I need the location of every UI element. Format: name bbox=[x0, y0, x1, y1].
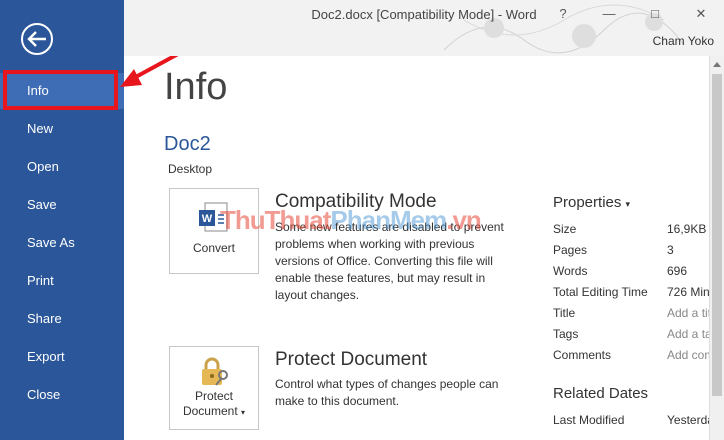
nav-save-as[interactable]: Save As bbox=[0, 225, 124, 261]
protect-document-button[interactable]: Protect Document ▾ bbox=[169, 346, 259, 430]
title-property-input[interactable]: Add a title bbox=[667, 306, 709, 320]
nav-share[interactable]: Share bbox=[0, 301, 124, 337]
document-name: Doc2 bbox=[164, 133, 211, 155]
title-bar: Doc2.docx [Compatibility Mode] - Word ? … bbox=[124, 0, 724, 56]
dropdown-icon: ▾ bbox=[241, 408, 246, 417]
backstage-sidebar: Info New Open Save Save As Print Share E… bbox=[0, 0, 124, 440]
close-window-button[interactable]: ✕ bbox=[686, 4, 716, 24]
svg-text:W: W bbox=[202, 213, 213, 225]
related-dates-heading: Related Dates bbox=[553, 385, 649, 402]
property-row: Pages 3 bbox=[553, 243, 674, 257]
help-button[interactable]: ? bbox=[548, 4, 578, 24]
date-row: Last ModifiedYesterday bbox=[553, 413, 709, 427]
info-highlight-box bbox=[3, 70, 118, 110]
compatibility-title: Compatibility Mode bbox=[275, 191, 437, 212]
convert-document-icon: W bbox=[199, 202, 228, 232]
tags-property-input[interactable]: Add a tag bbox=[667, 327, 709, 341]
property-row: TitleAdd a title bbox=[553, 306, 709, 320]
page-title: Info bbox=[164, 66, 228, 108]
nav-close[interactable]: Close bbox=[0, 377, 124, 413]
property-row: TagsAdd a tag bbox=[553, 327, 709, 341]
vertical-scrollbar[interactable] bbox=[709, 56, 724, 440]
document-location[interactable]: Desktop bbox=[168, 162, 212, 176]
convert-label: Convert bbox=[192, 241, 236, 255]
nav-print[interactable]: Print bbox=[0, 263, 124, 299]
protect-label-line2: Document ▾ bbox=[182, 404, 246, 418]
nav-open[interactable]: Open bbox=[0, 149, 124, 185]
compatibility-description: Some new features are disabled to preven… bbox=[275, 220, 504, 302]
restore-button[interactable]: □ bbox=[640, 4, 670, 24]
protect-description: Control what types of changes people can… bbox=[275, 377, 499, 408]
user-name[interactable]: Cham Yoko bbox=[653, 34, 714, 48]
property-row: CommentsAdd comments bbox=[553, 348, 709, 362]
lock-key-icon bbox=[202, 357, 228, 386]
properties-heading[interactable]: Properties ▾ bbox=[553, 194, 630, 211]
protect-label-line1: Protect bbox=[194, 389, 233, 403]
property-row: Size 16,9KB bbox=[553, 222, 707, 236]
nav-export[interactable]: Export bbox=[0, 339, 124, 375]
dropdown-icon: ▾ bbox=[625, 199, 631, 209]
property-row: Words 696 bbox=[553, 264, 688, 278]
protect-title: Protect Document bbox=[275, 349, 428, 370]
comments-property-input[interactable]: Add comments bbox=[667, 348, 709, 362]
convert-button[interactable]: W Convert bbox=[169, 188, 259, 274]
property-row: Total Editing Time726 Minutes bbox=[553, 285, 709, 299]
back-arrow-icon[interactable] bbox=[20, 22, 54, 56]
nav-save[interactable]: Save bbox=[0, 187, 124, 223]
window-title: Doc2.docx [Compatibility Mode] - Word bbox=[311, 7, 537, 22]
scroll-up-icon[interactable] bbox=[713, 62, 721, 67]
minimize-button[interactable]: — bbox=[594, 4, 624, 24]
scroll-thumb[interactable] bbox=[712, 74, 722, 396]
nav-new[interactable]: New bbox=[0, 111, 124, 147]
